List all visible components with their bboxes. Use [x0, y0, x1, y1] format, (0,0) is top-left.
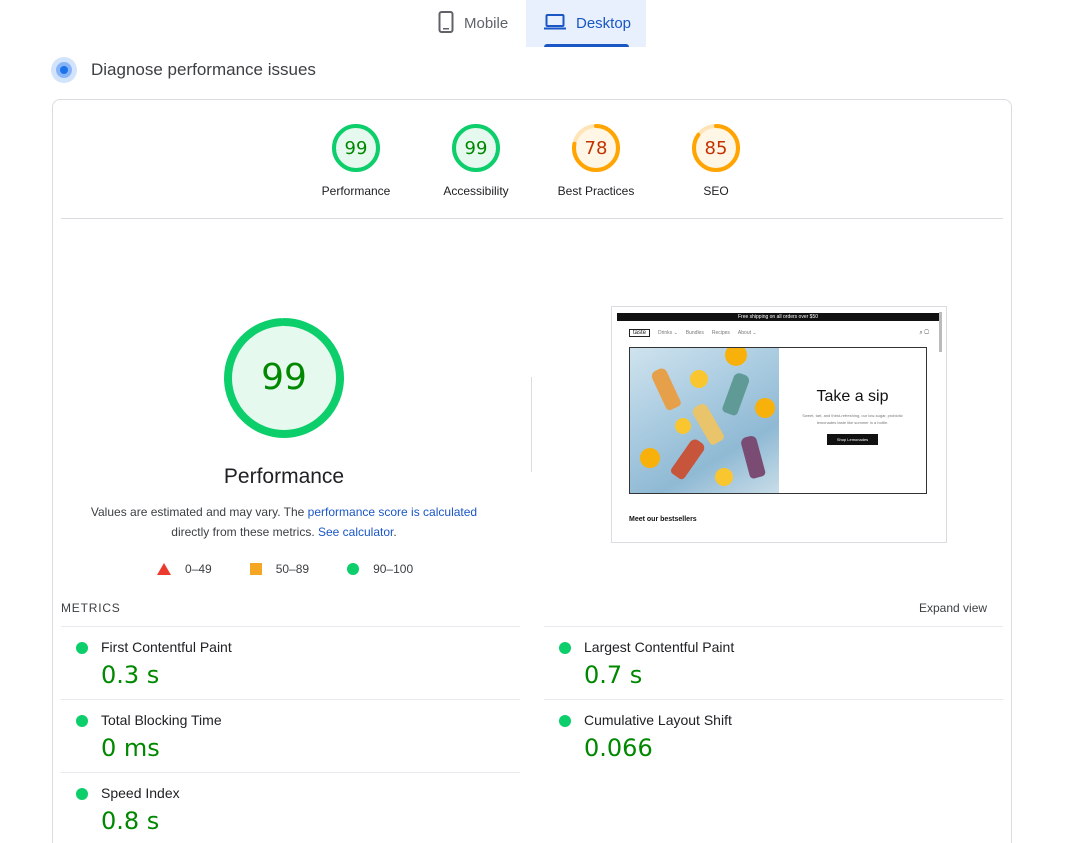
gauge-score: 99	[464, 137, 488, 159]
gauge-ring: 99	[450, 122, 502, 174]
gauge-ring: 99	[330, 122, 382, 174]
screenshot-nav-item: Bundles	[685, 330, 704, 336]
search-icon: ⌕ ▢	[919, 329, 929, 336]
laptop-icon	[544, 13, 566, 34]
metric-value: 0.066	[584, 734, 653, 762]
gauge-score: 78	[584, 137, 608, 159]
screenshot-hero: Take a sip Sweet, tart, and thirst-refre…	[629, 347, 927, 494]
metric-cls: Cumulative Layout Shift 0.066	[544, 699, 1003, 772]
screenshot-scrollbar	[939, 312, 942, 352]
pass-dot-icon	[76, 715, 88, 727]
gauge-ring: 85	[690, 122, 742, 174]
lemonade-bottles-image	[630, 348, 779, 493]
metric-si: Speed Index 0.8 s	[61, 772, 520, 843]
gauge-ring: 78	[570, 122, 622, 174]
tab-desktop[interactable]: Desktop	[526, 0, 646, 47]
legend-range: 90–100	[373, 562, 414, 576]
desc-text: .	[393, 525, 397, 539]
performance-score-link[interactable]: performance score is calculated	[308, 505, 477, 519]
legend-range: 0–49	[185, 562, 212, 576]
metric-value: 0 ms	[101, 734, 160, 762]
legend-range: 50–89	[275, 562, 310, 576]
desc-text: Values are estimated and may vary. The	[90, 505, 308, 519]
pass-dot-icon	[559, 642, 571, 654]
expand-view-button[interactable]: Expand view	[919, 601, 987, 615]
tab-mobile-label: Mobile	[464, 15, 509, 32]
metric-fcp: First Contentful Paint 0.3 s	[61, 626, 520, 699]
screenshot-nav-item: About ⌄	[737, 330, 757, 336]
gauge-score: 99	[344, 137, 368, 159]
page-screenshot: Free shipping on all orders over $50 tas…	[611, 306, 947, 543]
circle-icon	[347, 563, 360, 575]
gauge-accessibility[interactable]: 99 Accessibility	[416, 122, 536, 198]
gauge-performance[interactable]: 99 Performance	[296, 122, 416, 198]
performance-gauge: 99	[222, 318, 346, 442]
screenshot-nav-item: Recipes	[711, 330, 730, 336]
triangle-icon	[157, 563, 171, 575]
screenshot-heading: Take a sip	[816, 388, 889, 405]
screenshot-nav: taste Drinks ⌄ Bundles Recipes About ⌄ ⌕…	[629, 328, 929, 338]
legend-average: 50–89	[249, 562, 310, 576]
metric-value: 0.3 s	[101, 661, 160, 689]
lighthouse-icon	[51, 57, 77, 83]
metric-value: 0.7 s	[584, 661, 643, 689]
smartphone-icon	[438, 10, 454, 37]
diagnose-header: Diagnose performance issues	[51, 57, 316, 83]
gauge-label: Best Practices	[557, 184, 635, 198]
gauge-label: SEO	[703, 184, 729, 198]
performance-score: 99	[261, 356, 307, 398]
screenshot-nav-item: Drinks ⌄	[658, 330, 678, 336]
tab-mobile[interactable]: Mobile	[422, 0, 526, 47]
gauge-label: Performance	[321, 184, 391, 198]
screenshot-body: Sweet, tart, and thirst-refreshing, our …	[802, 413, 903, 425]
metric-tbt: Total Blocking Time 0 ms	[61, 699, 520, 772]
legend-pass: 90–100	[347, 562, 413, 576]
gauge-label: Accessibility	[443, 184, 509, 198]
screenshot-logo: taste	[629, 329, 651, 337]
metric-name: Largest Contentful Paint	[584, 639, 735, 655]
gauge-best-practices[interactable]: 78 Best Practices	[536, 122, 656, 198]
gauge-seo[interactable]: 85 SEO	[656, 122, 776, 198]
screenshot-banner: Free shipping on all orders over $50	[617, 313, 939, 321]
metric-name: Cumulative Layout Shift	[584, 712, 732, 728]
pass-dot-icon	[559, 715, 571, 727]
diagnose-title: Diagnose performance issues	[91, 60, 316, 79]
metric-lcp: Largest Contentful Paint 0.7 s	[544, 626, 1003, 699]
category-gauges: 99 Performance 99 Accessibility 78 Best …	[296, 122, 776, 198]
see-calculator-link[interactable]: See calculator	[318, 525, 393, 539]
score-legend: 0–49 50–89 90–100	[157, 562, 413, 576]
performance-description: Values are estimated and may vary. The p…	[84, 502, 484, 542]
metrics-heading: METRICS	[61, 601, 121, 615]
gauge-score: 85	[704, 137, 728, 159]
legend-fail: 0–49	[157, 562, 212, 576]
pass-dot-icon	[76, 788, 88, 800]
pass-dot-icon	[76, 642, 88, 654]
performance-title: Performance	[223, 465, 345, 488]
section-divider	[61, 218, 1003, 219]
vertical-divider	[531, 377, 532, 472]
metric-name: Speed Index	[101, 785, 180, 801]
desc-text: directly from these metrics.	[171, 525, 318, 539]
screenshot-bestsellers-heading: Meet our bestsellers	[629, 516, 697, 523]
metric-name: Total Blocking Time	[101, 712, 222, 728]
tab-desktop-label: Desktop	[576, 15, 632, 32]
screenshot-hero-text: Take a sip Sweet, tart, and thirst-refre…	[779, 348, 926, 493]
metric-value: 0.8 s	[101, 807, 160, 835]
device-tabs: Mobile Desktop	[422, 0, 646, 47]
square-icon	[249, 563, 262, 575]
screenshot-shop-button: Shop Lemonades	[826, 434, 879, 445]
metric-name: First Contentful Paint	[101, 639, 232, 655]
